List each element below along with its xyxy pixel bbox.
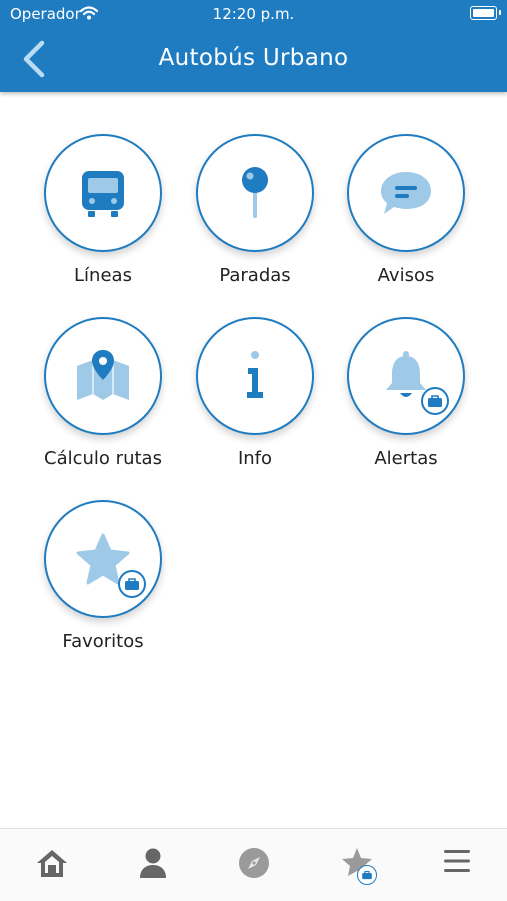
app-header: Operador 12:20 p.m. Autobús Urbano <box>0 0 507 92</box>
calculo-rutas-button[interactable] <box>44 317 162 435</box>
tab-bar <box>0 828 507 901</box>
tab-menu[interactable] <box>437 847 477 883</box>
menu-item-paradas[interactable]: Paradas <box>180 134 330 286</box>
menu-item-favoritos[interactable]: Favoritos <box>28 500 178 652</box>
tab-profile[interactable] <box>133 847 173 883</box>
menu-item-calculo-rutas[interactable]: Cálculo rutas <box>28 317 178 469</box>
map-route-icon <box>77 350 129 400</box>
tab-home[interactable] <box>32 847 72 883</box>
favoritos-button[interactable] <box>44 500 162 618</box>
bus-icon <box>82 171 124 217</box>
paradas-button[interactable] <box>196 134 314 252</box>
battery-icon <box>470 6 501 20</box>
tab-explore[interactable] <box>234 847 274 883</box>
menu-item-info[interactable]: Info <box>180 317 330 469</box>
info-icon <box>247 351 263 398</box>
menu-item-label: Cálculo rutas <box>44 448 162 469</box>
lock-badge <box>421 387 449 415</box>
menu-item-label: Info <box>237 448 273 469</box>
page-title: Autobús Urbano <box>158 45 349 71</box>
clock: 12:20 p.m. <box>212 5 295 23</box>
menu-item-label: Paradas <box>219 265 291 286</box>
lock-badge <box>118 570 146 598</box>
briefcase-lock-icon <box>428 395 442 407</box>
info-button[interactable] <box>196 317 314 435</box>
menu-item-label: Alertas <box>374 448 438 469</box>
menu-item-alertas[interactable]: Alertas <box>331 317 481 469</box>
alertas-button[interactable] <box>347 317 465 435</box>
menu-item-lineas[interactable]: Líneas <box>28 134 178 286</box>
menu-item-avisos[interactable]: Avisos <box>331 134 481 286</box>
menu-icon <box>444 850 470 872</box>
pin-icon <box>242 167 268 218</box>
home-icon <box>37 850 67 877</box>
user-icon <box>140 848 166 878</box>
chat-bubble-icon <box>381 172 431 214</box>
briefcase-lock-icon <box>125 578 139 590</box>
lock-badge <box>357 865 377 885</box>
briefcase-lock-icon <box>362 871 372 880</box>
menu-item-label: Líneas <box>74 265 132 286</box>
lineas-button[interactable] <box>44 134 162 252</box>
avisos-button[interactable] <box>347 134 465 252</box>
tab-favorites[interactable] <box>337 847 377 885</box>
status-bar: Operador 12:20 p.m. <box>0 0 507 28</box>
menu-item-label: Avisos <box>377 265 435 286</box>
compass-icon <box>239 848 269 878</box>
menu-item-label: Favoritos <box>62 631 144 652</box>
